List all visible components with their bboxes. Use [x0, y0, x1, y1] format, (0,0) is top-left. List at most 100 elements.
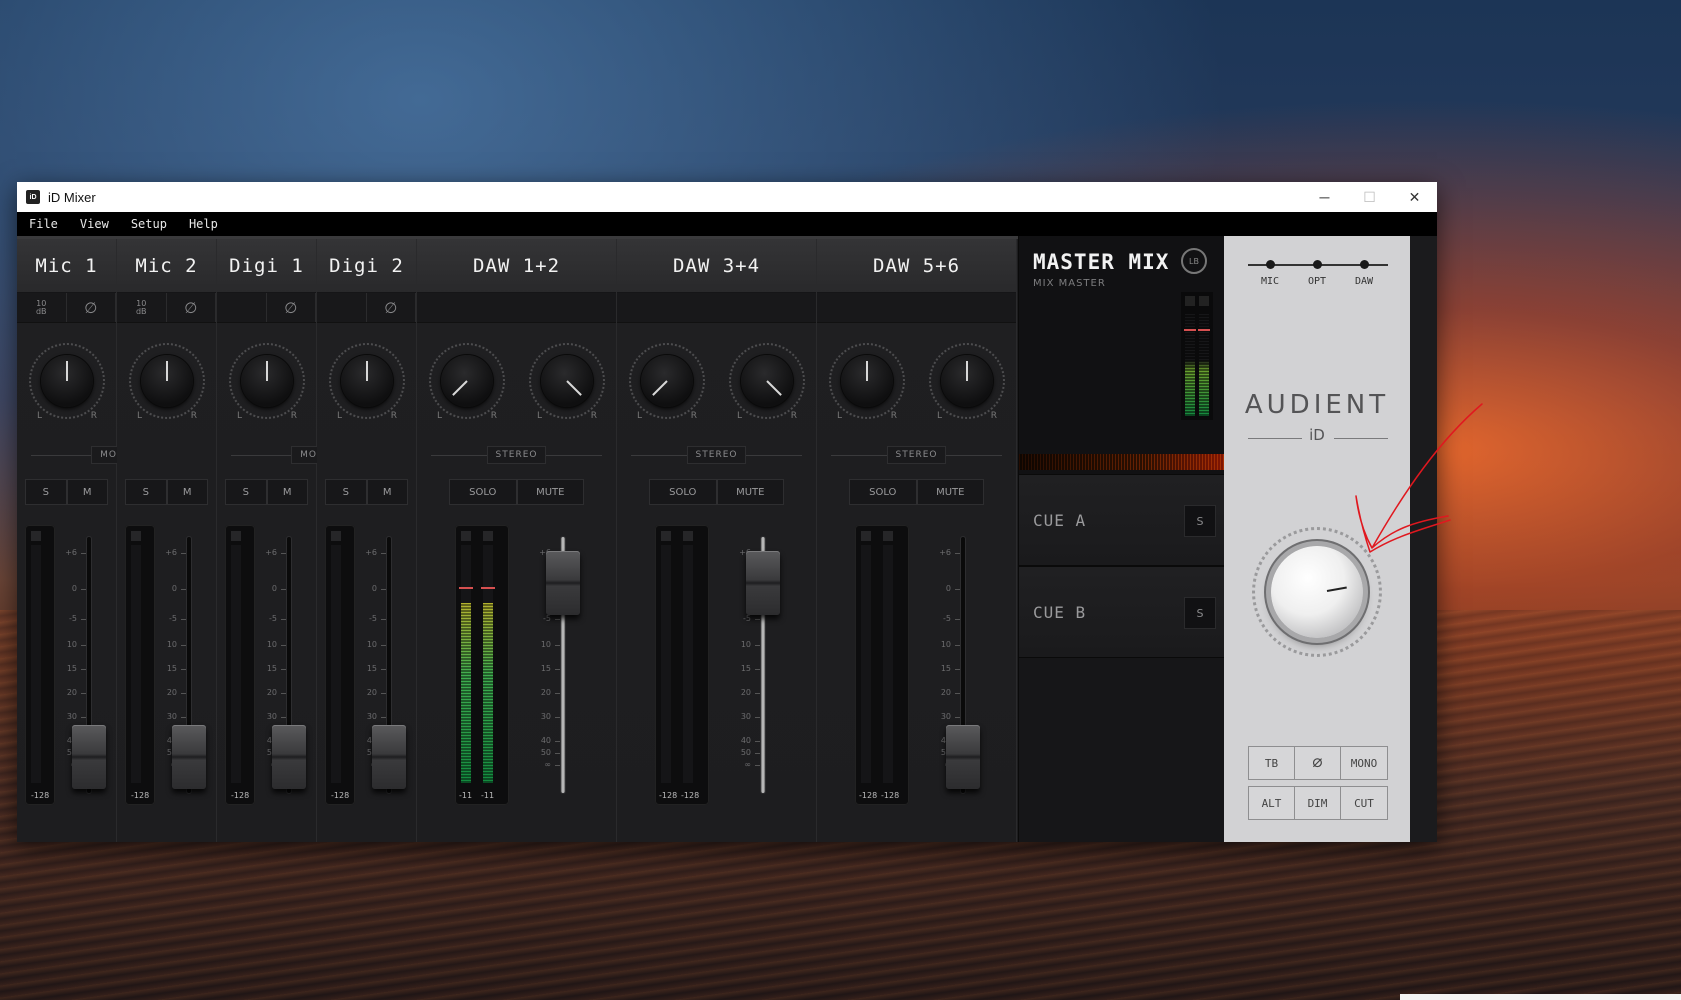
- alt-button[interactable]: ALT: [1249, 787, 1295, 819]
- scale-label: 0: [271, 584, 277, 593]
- cue-a-row[interactable]: CUE A S: [1019, 474, 1224, 566]
- pan-knob[interactable]: [629, 343, 705, 419]
- pan-knob[interactable]: [529, 343, 605, 419]
- solo-button[interactable]: S: [25, 479, 67, 505]
- mute-button[interactable]: MUTE: [716, 479, 784, 505]
- solo-button[interactable]: S: [225, 479, 267, 505]
- mute-button[interactable]: M: [66, 479, 108, 505]
- phase-invert-button[interactable]: ∅: [367, 293, 416, 322]
- close-button[interactable]: ✕: [1392, 182, 1437, 212]
- master-header: MASTER MIX MIX MASTER LB: [1019, 236, 1224, 474]
- mode-toggle[interactable]: STEREO: [686, 446, 747, 464]
- pan-knob[interactable]: [229, 343, 305, 419]
- menu-help[interactable]: Help: [189, 217, 218, 231]
- fader-handle[interactable]: [746, 551, 780, 615]
- scale-label: 15: [366, 664, 377, 673]
- cue-a-label: CUE A: [1033, 511, 1087, 530]
- pan-knob[interactable]: [29, 343, 105, 419]
- pan-knob[interactable]: [129, 343, 205, 419]
- phase-invert-button[interactable]: ∅: [267, 293, 316, 322]
- menu-setup[interactable]: Setup: [131, 217, 167, 231]
- mixer-area: Mic 110 dB∅LRMONOSM-128+60-5101520304050…: [17, 236, 1437, 842]
- pan-right-label: R: [190, 411, 197, 421]
- mode-line: [431, 454, 487, 456]
- pan-left-label: L: [137, 411, 143, 421]
- mode-toggle[interactable]: STEREO: [886, 446, 947, 464]
- cue-a-solo-button[interactable]: S: [1184, 505, 1216, 537]
- solo-button[interactable]: S: [325, 479, 367, 505]
- pan-right-label: R: [90, 411, 97, 421]
- minimize-button[interactable]: ─: [1302, 182, 1347, 212]
- pan-knob[interactable]: [729, 343, 805, 419]
- source-mic-dot[interactable]: [1266, 260, 1275, 269]
- mute-button[interactable]: MUTE: [916, 479, 984, 505]
- pad-button[interactable]: 10 dB: [17, 293, 67, 322]
- loopback-icon[interactable]: LB: [1181, 248, 1207, 274]
- meter-peak-cell: [131, 531, 141, 541]
- scale-label: 20: [66, 688, 77, 697]
- monitor-volume-knob[interactable]: [1271, 546, 1363, 638]
- pan-lr-labels: LR: [437, 411, 497, 421]
- mode-toggle[interactable]: STEREO: [486, 446, 547, 464]
- title-bar: iD iD Mixer ─ ☐ ✕: [17, 182, 1437, 212]
- source-opt-dot[interactable]: [1313, 260, 1322, 269]
- channel-name[interactable]: Mic 1: [17, 239, 116, 293]
- pan-knob-row: LR: [17, 343, 116, 439]
- channel-name[interactable]: Digi 2: [317, 239, 416, 293]
- mono-button[interactable]: MONO: [1341, 747, 1387, 779]
- mute-button[interactable]: M: [366, 479, 408, 505]
- pan-knob[interactable]: [329, 343, 405, 419]
- phase-invert-button[interactable]: ∅: [67, 293, 116, 322]
- knob-scale: [29, 343, 105, 419]
- fader-handle[interactable]: [72, 725, 106, 789]
- meter-peak-hold: [459, 587, 473, 589]
- cue-b-row[interactable]: CUE B S: [1019, 566, 1224, 658]
- cut-button[interactable]: CUT: [1341, 787, 1387, 819]
- scale-label: ∞: [544, 760, 551, 769]
- pad-button[interactable]: 10 dB: [117, 293, 167, 322]
- fader-handle[interactable]: [372, 725, 406, 789]
- solo-button[interactable]: S: [125, 479, 167, 505]
- channel-options: [817, 293, 1016, 323]
- fader-handle[interactable]: [546, 551, 580, 615]
- solo-mute-row: SM: [25, 479, 108, 505]
- knob-pointer: [266, 361, 268, 381]
- menu-view[interactable]: View: [80, 217, 109, 231]
- pan-knob[interactable]: [929, 343, 1005, 419]
- fader-area: -128-128+60-5101520304050∞: [817, 525, 1016, 815]
- pan-knob[interactable]: [429, 343, 505, 419]
- mode-row: STEREO: [631, 445, 803, 465]
- solo-button[interactable]: SOLO: [649, 479, 717, 505]
- talkback-button[interactable]: TB: [1249, 747, 1295, 779]
- pan-right-label: R: [990, 411, 997, 421]
- phase-invert-button[interactable]: ∅: [167, 293, 216, 322]
- pan-knob-row: LR: [117, 343, 216, 439]
- pan-knob[interactable]: [829, 343, 905, 419]
- maximize-button[interactable]: ☐: [1347, 182, 1392, 212]
- channel-name[interactable]: Mic 2: [117, 239, 216, 293]
- channel-name[interactable]: DAW 5+6: [817, 239, 1016, 293]
- scale-label: 15: [740, 664, 751, 673]
- dim-button[interactable]: DIM: [1295, 787, 1341, 819]
- mute-button[interactable]: MUTE: [516, 479, 584, 505]
- knob-scale: [329, 343, 405, 419]
- channel-name[interactable]: DAW 3+4: [617, 239, 816, 293]
- mute-button[interactable]: M: [266, 479, 308, 505]
- channel-name[interactable]: Digi 1: [217, 239, 316, 293]
- fader-handle[interactable]: [172, 725, 206, 789]
- channel-name[interactable]: DAW 1+2: [417, 239, 616, 293]
- solo-button[interactable]: SOLO: [849, 479, 917, 505]
- menu-file[interactable]: File: [29, 217, 58, 231]
- channel-strips: Mic 110 dB∅LRMONOSM-128+60-5101520304050…: [17, 236, 1018, 842]
- meter-readout: -11: [481, 791, 495, 800]
- cue-b-solo-button[interactable]: S: [1184, 597, 1216, 629]
- solo-button[interactable]: SOLO: [449, 479, 517, 505]
- meter-readout: -128: [131, 791, 150, 800]
- pan-right-label: R: [490, 411, 497, 421]
- mute-button[interactable]: M: [166, 479, 208, 505]
- source-daw-dot[interactable]: [1360, 260, 1369, 269]
- fader-handle[interactable]: [272, 725, 306, 789]
- fader-handle[interactable]: [946, 725, 980, 789]
- phase-button[interactable]: ∅: [1295, 747, 1341, 779]
- knob-scale: [929, 343, 1005, 419]
